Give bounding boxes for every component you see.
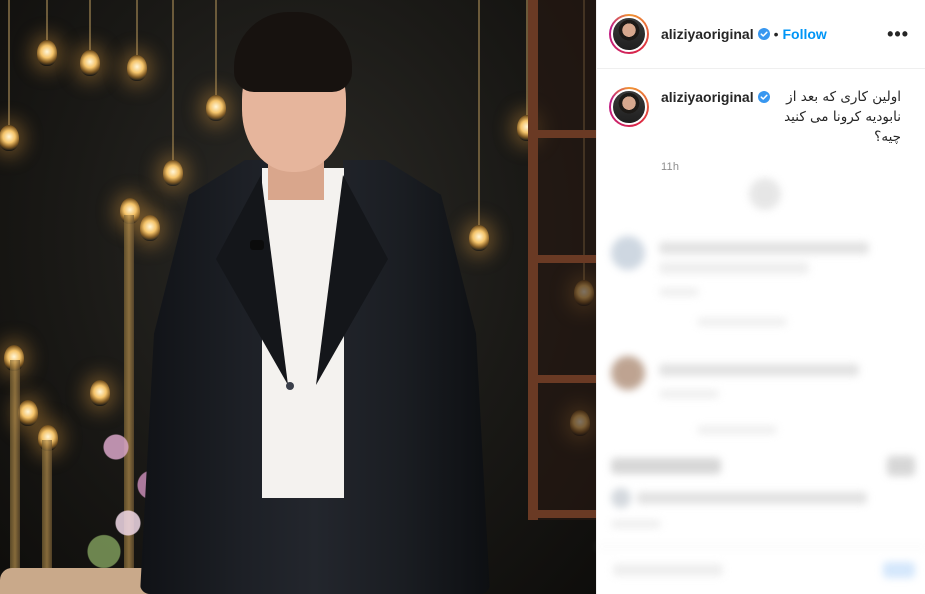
- avatar-image: [611, 89, 647, 125]
- bookmark-icon: [887, 456, 915, 476]
- comment-meta: [697, 318, 787, 326]
- post-sidebar: aliziyaoriginal • Follow ••• aliziyaorig…: [596, 0, 925, 594]
- comment-line: [659, 364, 859, 376]
- username-link[interactable]: aliziyaoriginal: [661, 26, 754, 42]
- post-caption: aliziyaoriginal اولین کاری که بعد از ناب…: [597, 69, 925, 177]
- caption-body: aliziyaoriginal اولین کاری که بعد از ناب…: [661, 87, 901, 177]
- post-photo[interactable]: [0, 0, 596, 594]
- post-header: aliziyaoriginal • Follow •••: [597, 0, 925, 69]
- comment-line: [659, 262, 809, 274]
- verified-badge-icon: [757, 28, 770, 40]
- verified-badge-icon: [757, 91, 770, 103]
- likes-line: [637, 492, 867, 504]
- date-line: [611, 520, 661, 528]
- add-comment-input: [613, 564, 723, 576]
- loading-spinner-icon: [749, 178, 781, 210]
- separator-dot: •: [773, 26, 779, 42]
- comment-avatar: [611, 356, 645, 390]
- comment-meta: [659, 390, 719, 398]
- blurred-comments-area: [597, 168, 925, 594]
- avatar-image: [611, 16, 647, 52]
- follow-button[interactable]: Follow: [783, 26, 827, 42]
- lapel-microphone: [250, 240, 264, 250]
- caption-username-link[interactable]: aliziyaoriginal: [661, 89, 754, 105]
- instagram-post-view: aliziyaoriginal • Follow ••• aliziyaorig…: [0, 0, 925, 594]
- jacket-button: [286, 382, 294, 390]
- liker-avatar: [611, 488, 631, 508]
- hair: [234, 12, 352, 92]
- comment-meta: [659, 288, 699, 296]
- comment-meta: [697, 426, 777, 434]
- action-icons: [611, 458, 721, 474]
- man-in-suit: [0, 0, 596, 594]
- caption-avatar[interactable]: [609, 87, 649, 127]
- post-comment-button: [883, 562, 915, 578]
- more-options-icon[interactable]: •••: [887, 24, 909, 45]
- comment-avatar: [611, 236, 645, 270]
- avatar[interactable]: [609, 14, 649, 54]
- divider: [597, 546, 925, 547]
- comment-line: [659, 242, 869, 254]
